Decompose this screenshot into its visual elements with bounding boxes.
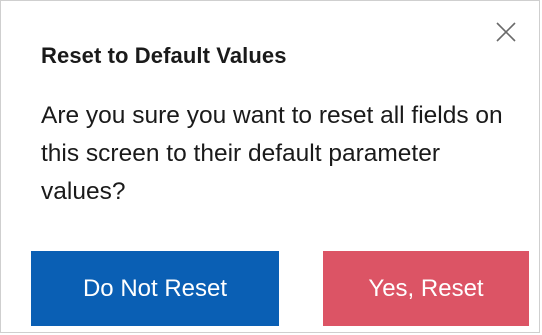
yes-reset-button[interactable]: Yes, Reset	[323, 251, 529, 326]
dialog-title: Reset to Default Values	[41, 43, 287, 68]
reset-dialog: Reset to Default Values Are you sure you…	[0, 0, 540, 333]
do-not-reset-button[interactable]: Do Not Reset	[31, 251, 279, 326]
dialog-message: Are you sure you want to reset all field…	[41, 102, 503, 205]
close-icon[interactable]	[493, 19, 519, 45]
